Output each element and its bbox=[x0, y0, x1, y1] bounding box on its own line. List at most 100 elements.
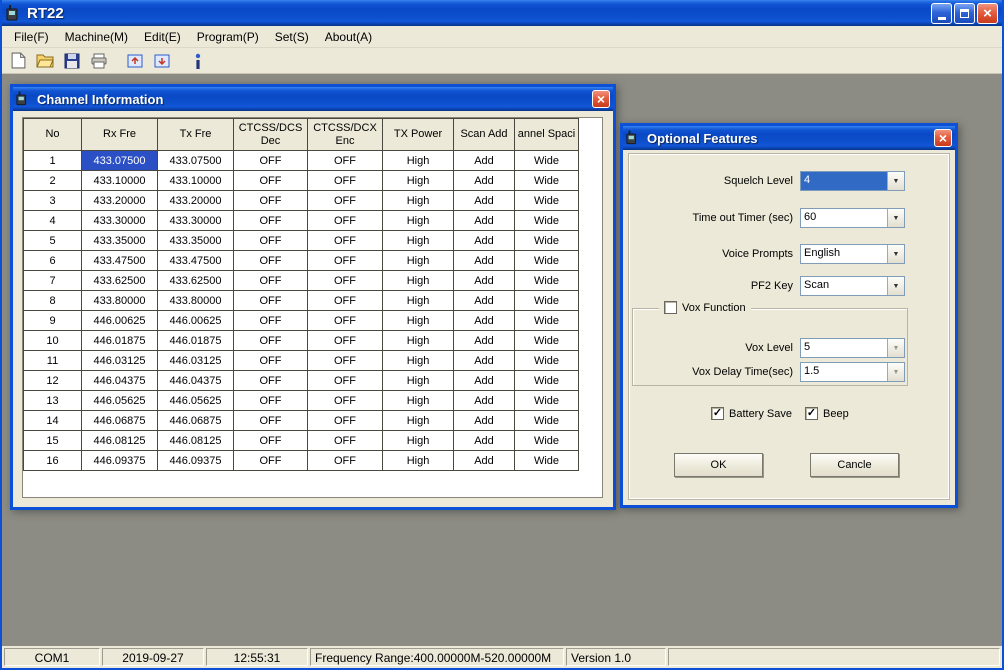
menu-item-about[interactable]: About(A) bbox=[317, 27, 380, 47]
chevron-down-icon[interactable] bbox=[887, 209, 904, 227]
table-cell[interactable]: OFF bbox=[308, 251, 383, 271]
table-cell[interactable]: High bbox=[383, 411, 454, 431]
table-cell[interactable]: OFF bbox=[308, 231, 383, 251]
table-cell[interactable]: Wide bbox=[515, 171, 579, 191]
ok-button[interactable]: OK bbox=[674, 453, 763, 477]
table-cell[interactable]: Add bbox=[454, 391, 515, 411]
table-cell[interactable]: Wide bbox=[515, 311, 579, 331]
table-cell[interactable]: Add bbox=[454, 271, 515, 291]
table-cell[interactable]: OFF bbox=[234, 171, 308, 191]
table-cell[interactable]: Add bbox=[454, 291, 515, 311]
table-cell[interactable]: 433.07500 bbox=[82, 151, 158, 171]
table-cell[interactable]: Wide bbox=[515, 331, 579, 351]
table-cell[interactable]: Wide bbox=[515, 271, 579, 291]
table-cell[interactable]: Add bbox=[454, 251, 515, 271]
table-cell[interactable]: Add bbox=[454, 351, 515, 371]
table-cell[interactable]: 446.09375 bbox=[158, 451, 234, 471]
table-cell[interactable]: OFF bbox=[308, 391, 383, 411]
table-cell[interactable]: 446.06875 bbox=[158, 411, 234, 431]
table-cell[interactable]: 15 bbox=[24, 431, 82, 451]
table-cell[interactable]: 433.80000 bbox=[82, 291, 158, 311]
table-cell[interactable]: Wide bbox=[515, 251, 579, 271]
table-cell[interactable]: High bbox=[383, 451, 454, 471]
table-cell[interactable]: Add bbox=[454, 171, 515, 191]
table-cell[interactable]: OFF bbox=[308, 331, 383, 351]
open-file-button[interactable] bbox=[33, 50, 57, 72]
table-cell[interactable]: 446.05625 bbox=[82, 391, 158, 411]
table-cell[interactable]: 5 bbox=[24, 231, 82, 251]
cancel-button[interactable]: Cancle bbox=[810, 453, 899, 477]
pf2-key-combobox[interactable]: Scan bbox=[800, 276, 905, 296]
table-cell[interactable]: Add bbox=[454, 231, 515, 251]
table-cell[interactable]: Add bbox=[454, 371, 515, 391]
table-cell[interactable]: 433.35000 bbox=[82, 231, 158, 251]
menu-item-set[interactable]: Set(S) bbox=[267, 27, 317, 47]
table-cell[interactable]: 433.35000 bbox=[158, 231, 234, 251]
column-header[interactable]: Rx Fre bbox=[82, 119, 158, 151]
table-cell[interactable]: 433.30000 bbox=[158, 211, 234, 231]
table-cell[interactable]: 11 bbox=[24, 351, 82, 371]
table-cell[interactable]: 8 bbox=[24, 291, 82, 311]
table-cell[interactable]: Wide bbox=[515, 431, 579, 451]
table-cell[interactable]: 446.04375 bbox=[158, 371, 234, 391]
table-cell[interactable]: OFF bbox=[234, 311, 308, 331]
table-cell[interactable]: OFF bbox=[234, 391, 308, 411]
table-cell[interactable]: Wide bbox=[515, 451, 579, 471]
table-cell[interactable]: OFF bbox=[234, 151, 308, 171]
column-header[interactable]: Tx Fre bbox=[158, 119, 234, 151]
save-button[interactable] bbox=[60, 50, 84, 72]
table-cell[interactable]: 433.80000 bbox=[158, 291, 234, 311]
table-cell[interactable]: Add bbox=[454, 431, 515, 451]
maximize-button[interactable] bbox=[954, 3, 975, 24]
optional-features-title-bar[interactable]: Optional Features bbox=[623, 126, 955, 150]
beep-checkbox[interactable] bbox=[805, 407, 818, 420]
menu-item-edit[interactable]: Edit(E) bbox=[136, 27, 189, 47]
table-cell[interactable]: High bbox=[383, 391, 454, 411]
table-cell[interactable]: 14 bbox=[24, 411, 82, 431]
table-cell[interactable]: 4 bbox=[24, 211, 82, 231]
table-cell[interactable]: Wide bbox=[515, 151, 579, 171]
chevron-down-icon[interactable] bbox=[887, 339, 904, 357]
table-cell[interactable]: 1 bbox=[24, 151, 82, 171]
table-cell[interactable]: 10 bbox=[24, 331, 82, 351]
chevron-down-icon[interactable] bbox=[887, 245, 904, 263]
table-cell[interactable]: Wide bbox=[515, 351, 579, 371]
table-cell[interactable]: OFF bbox=[308, 431, 383, 451]
table-cell[interactable]: High bbox=[383, 171, 454, 191]
table-cell[interactable]: OFF bbox=[308, 191, 383, 211]
table-cell[interactable]: High bbox=[383, 251, 454, 271]
table-cell[interactable]: Wide bbox=[515, 391, 579, 411]
table-cell[interactable]: 446.08125 bbox=[82, 431, 158, 451]
table-cell[interactable]: 6 bbox=[24, 251, 82, 271]
vox-delay-combobox[interactable]: 1.5 bbox=[800, 362, 905, 382]
table-cell[interactable]: 433.07500 bbox=[158, 151, 234, 171]
table-cell[interactable]: Wide bbox=[515, 231, 579, 251]
table-cell[interactable]: 433.62500 bbox=[158, 271, 234, 291]
table-cell[interactable]: Add bbox=[454, 451, 515, 471]
table-cell[interactable]: OFF bbox=[234, 431, 308, 451]
table-cell[interactable]: OFF bbox=[308, 411, 383, 431]
write-to-radio-button[interactable] bbox=[150, 50, 174, 72]
table-cell[interactable]: 446.05625 bbox=[158, 391, 234, 411]
table-cell[interactable]: OFF bbox=[234, 351, 308, 371]
table-cell[interactable]: Add bbox=[454, 411, 515, 431]
squelch-level-combobox[interactable]: 4 bbox=[800, 171, 905, 191]
chevron-down-icon[interactable] bbox=[887, 277, 904, 295]
close-button[interactable] bbox=[977, 3, 998, 24]
table-cell[interactable]: 446.00625 bbox=[82, 311, 158, 331]
column-header[interactable]: Scan Add bbox=[454, 119, 515, 151]
table-cell[interactable]: OFF bbox=[308, 171, 383, 191]
menu-item-machine[interactable]: Machine(M) bbox=[57, 27, 136, 47]
table-cell[interactable]: High bbox=[383, 371, 454, 391]
table-cell[interactable]: 446.01875 bbox=[158, 331, 234, 351]
table-cell[interactable]: OFF bbox=[234, 251, 308, 271]
table-cell[interactable]: Add bbox=[454, 191, 515, 211]
table-cell[interactable]: OFF bbox=[308, 211, 383, 231]
table-cell[interactable]: 433.20000 bbox=[158, 191, 234, 211]
chevron-down-icon[interactable] bbox=[887, 363, 904, 381]
table-cell[interactable]: OFF bbox=[234, 451, 308, 471]
table-cell[interactable]: High bbox=[383, 311, 454, 331]
print-button[interactable] bbox=[87, 50, 111, 72]
table-cell[interactable]: OFF bbox=[234, 371, 308, 391]
table-cell[interactable]: Add bbox=[454, 331, 515, 351]
